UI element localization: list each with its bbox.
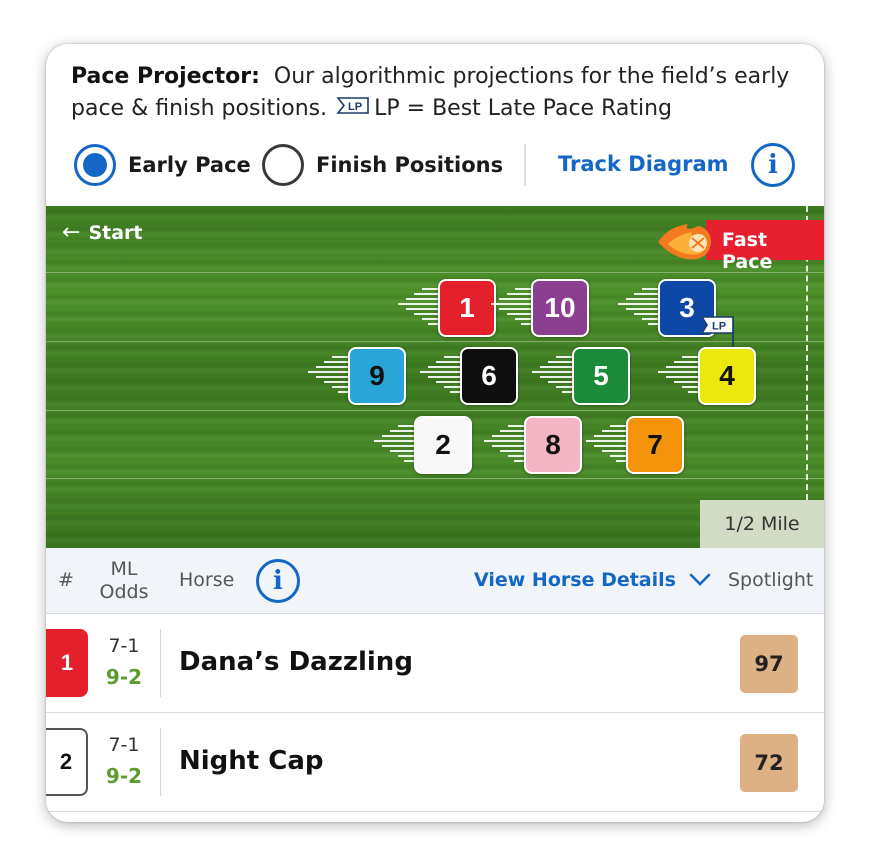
- lp-flag-icon: LP: [336, 94, 370, 126]
- speed-streaks-icon: [418, 356, 462, 396]
- chevron-down-icon: [689, 573, 710, 586]
- program-number: 1: [46, 629, 88, 697]
- saddle-cloth: 1: [438, 279, 496, 337]
- speed-streaks-icon: [489, 288, 533, 328]
- col-header-horse: Horse: [179, 569, 235, 591]
- speed-streaks-icon: [482, 425, 526, 465]
- start-label: Start: [88, 221, 143, 244]
- fast-pace-badge: Fast Pace: [706, 220, 824, 273]
- runner-9[interactable]: 9: [308, 347, 406, 405]
- view-horse-details-toggle[interactable]: View Horse Details: [474, 569, 711, 591]
- table-row[interactable]: 1 7-1 9-2 Dana’s Dazzling 97: [46, 615, 824, 713]
- horse-name[interactable]: Night Cap: [179, 746, 324, 776]
- table-header: # ML Odds Horse i View Horse Details Spo…: [46, 548, 824, 614]
- row-divider: [160, 629, 161, 697]
- runner-6[interactable]: 6: [420, 347, 518, 405]
- table-row[interactable]: 2 7-1 9-2 Night Cap 72: [46, 714, 824, 812]
- speed-streaks-icon: [530, 356, 574, 396]
- finish-positions-radio[interactable]: Finish Positions: [262, 144, 503, 186]
- spotlight-score: 72: [740, 734, 798, 792]
- distance-marker: 1/2 Mile: [700, 500, 824, 548]
- col-header-number: #: [58, 569, 74, 591]
- runner-3[interactable]: 3 LP: [618, 279, 734, 353]
- runner-2[interactable]: 2: [374, 416, 472, 474]
- speed-streaks-icon: [306, 356, 350, 396]
- runner-5[interactable]: 5: [532, 347, 630, 405]
- flame-icon: [654, 218, 714, 262]
- col-header-spotlight: Spotlight: [728, 569, 814, 591]
- row-divider: [160, 728, 161, 796]
- lane-line: [46, 410, 824, 411]
- spotlight-score: 97: [740, 635, 798, 693]
- saddle-cloth: 10: [531, 279, 589, 337]
- saddle-cloth: 2: [414, 416, 472, 474]
- track-diagram-link[interactable]: Track Diagram: [558, 152, 729, 176]
- program-number: 2: [46, 728, 88, 796]
- controls-divider: [524, 144, 526, 186]
- col-header-ml: ML: [110, 558, 138, 580]
- early-pace-radio[interactable]: Early Pace: [74, 144, 251, 186]
- saddle-cloth: 4: [698, 347, 756, 405]
- early-pace-label: Early Pace: [128, 153, 251, 177]
- intro-title: Pace Projector:: [71, 64, 260, 89]
- pace-projector-card: Pace Projector: Our algorithmic projecti…: [46, 44, 824, 822]
- lane-line: [46, 478, 824, 479]
- saddle-cloth: 8: [524, 416, 582, 474]
- fast-pace-label: Fast Pace: [722, 229, 773, 273]
- speed-streaks-icon: [584, 425, 628, 465]
- view-controls: Early Pace Finish Positions Track Diagra…: [74, 143, 804, 188]
- svg-text:LP: LP: [348, 101, 362, 113]
- saddle-cloth: 9: [348, 347, 406, 405]
- runner-4[interactable]: 4: [658, 347, 756, 405]
- lp-flag-label: LP: [712, 321, 726, 333]
- saddle-cloth: 6: [460, 347, 518, 405]
- speed-streaks-icon: [616, 288, 660, 328]
- arrow-left-icon: ←: [62, 220, 81, 245]
- finish-positions-label: Finish Positions: [316, 153, 504, 177]
- saddle-cloth: 7: [626, 416, 684, 474]
- view-horse-details-label: View Horse Details: [474, 569, 676, 591]
- speed-streaks-icon: [656, 356, 700, 396]
- finish-positions-radio-ring: [262, 144, 304, 186]
- intro-lp-legend: LP = Best Late Pace Rating: [374, 96, 672, 121]
- runner-7[interactable]: 7: [586, 416, 684, 474]
- runner-1[interactable]: 1: [398, 279, 496, 337]
- speed-streaks-icon: [372, 425, 416, 465]
- runner-10[interactable]: 10: [491, 279, 589, 337]
- horse-name[interactable]: Dana’s Dazzling: [179, 647, 413, 677]
- speed-streaks-icon: [396, 288, 440, 328]
- start-link[interactable]: ← Start: [62, 220, 142, 245]
- early-pace-radio-ring: [74, 144, 116, 186]
- morning-line-odds: 7-1: [108, 635, 140, 657]
- col-header-odds: Odds: [99, 581, 149, 603]
- track-diagram: ← Start Fast Pace 1 10 3 LP 9 6 5 4 2 8 7 1/2 Mile: [46, 206, 824, 548]
- info-icon[interactable]: i: [751, 143, 795, 187]
- col-header-ml-odds: ML Odds: [98, 558, 150, 604]
- horse-info-icon[interactable]: i: [256, 559, 300, 603]
- morning-line-odds: 7-1: [108, 734, 140, 756]
- saddle-cloth: 5: [572, 347, 630, 405]
- live-odds: 9-2: [105, 665, 143, 689]
- lane-line: [46, 272, 824, 273]
- runner-8[interactable]: 8: [484, 416, 582, 474]
- pace-projector-intro: Pace Projector: Our algorithmic projecti…: [71, 61, 801, 126]
- live-odds: 9-2: [105, 764, 143, 788]
